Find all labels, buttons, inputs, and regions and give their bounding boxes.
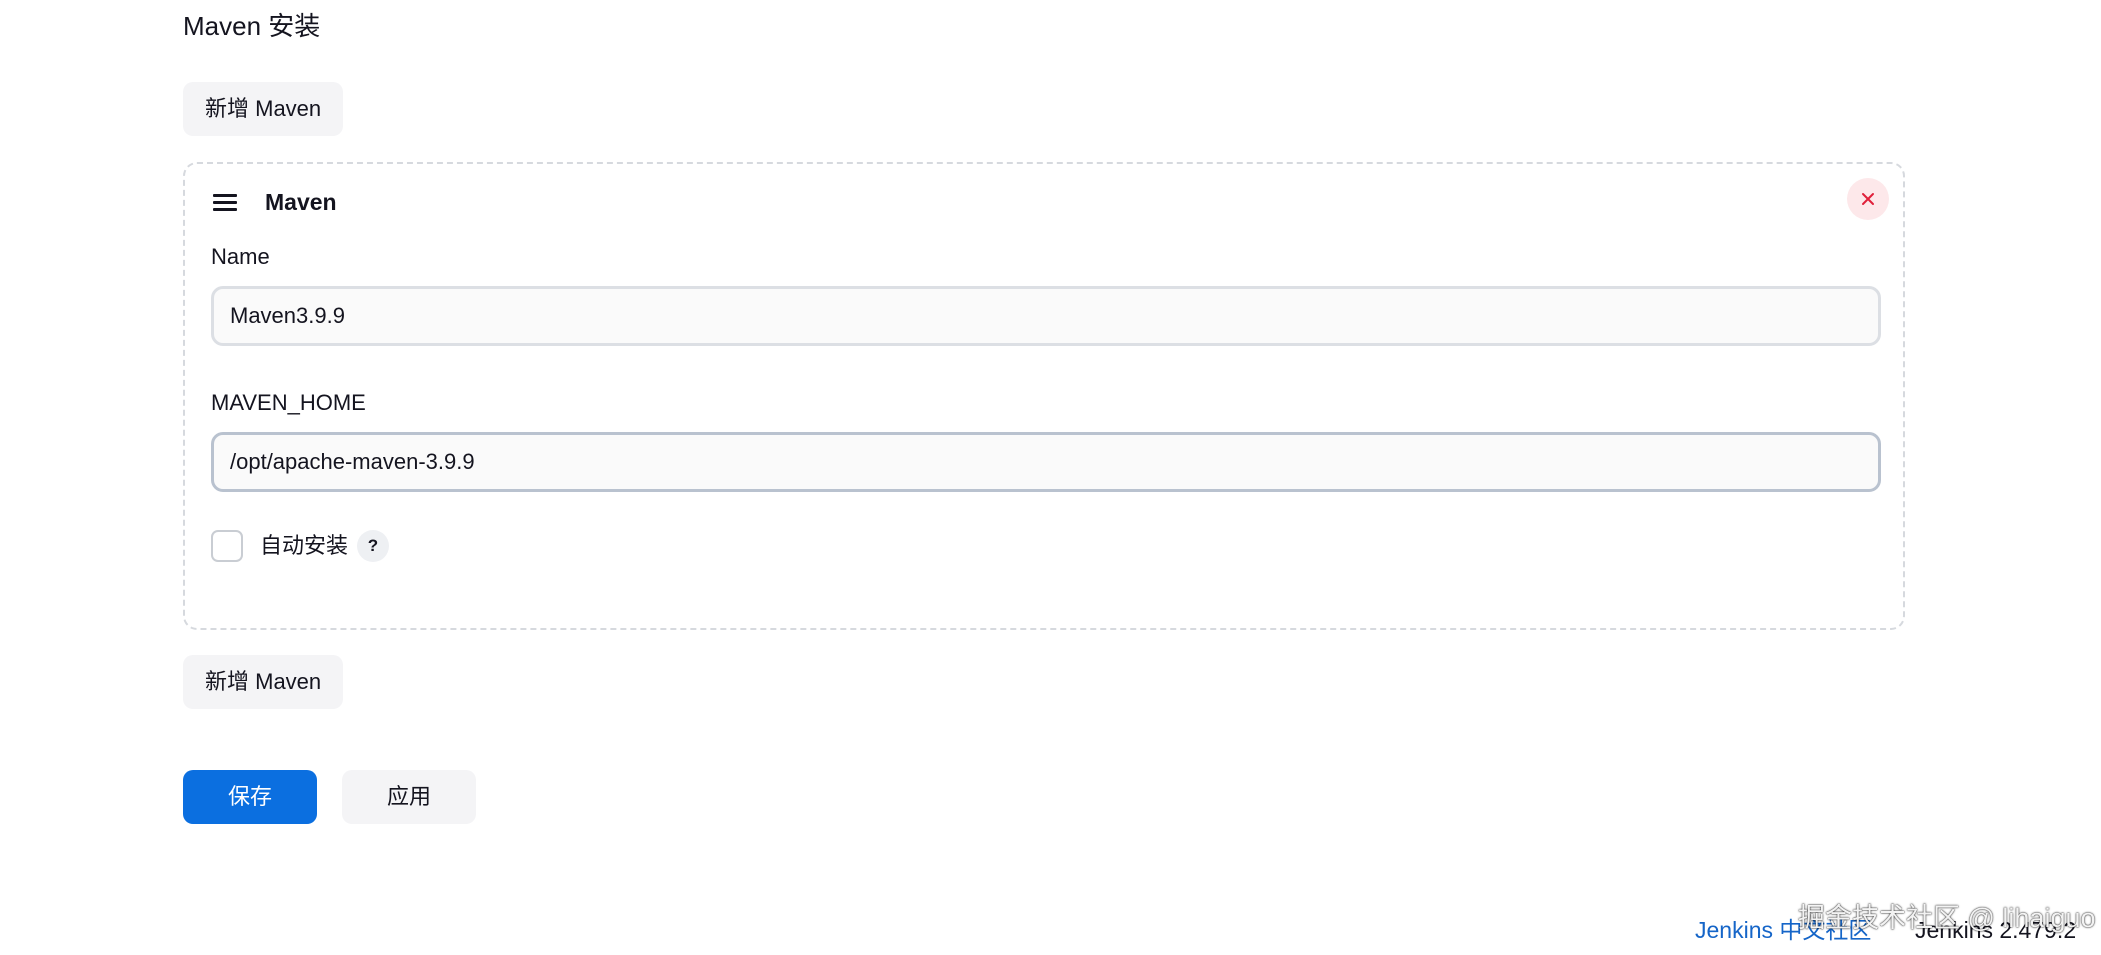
section-title: Maven 安装 [183, 11, 321, 41]
maven-home-input[interactable] [211, 432, 1881, 492]
name-label: Name [211, 244, 270, 269]
add-maven-button[interactable]: 新增 Maven [183, 82, 343, 136]
maven-installation-block: Maven Name MAVEN_HOME 自动安装 ? [183, 162, 1905, 630]
name-input[interactable] [211, 286, 1881, 346]
close-icon [1862, 193, 1874, 205]
save-button[interactable]: 保存 [183, 770, 317, 824]
installation-title: Maven [265, 189, 337, 215]
add-maven-button-bottom[interactable]: 新增 Maven [183, 655, 343, 709]
apply-button[interactable]: 应用 [342, 770, 476, 824]
auto-install-label[interactable]: 自动安装 [260, 531, 348, 561]
watermark: 掘金技术社区 @ lihaiguo [1798, 903, 2096, 933]
drag-handle-icon[interactable] [213, 192, 237, 212]
auto-install-checkbox[interactable] [211, 530, 243, 562]
help-icon[interactable]: ? [357, 530, 389, 562]
delete-installation-button[interactable] [1847, 178, 1889, 220]
maven-home-label: MAVEN_HOME [211, 390, 366, 415]
